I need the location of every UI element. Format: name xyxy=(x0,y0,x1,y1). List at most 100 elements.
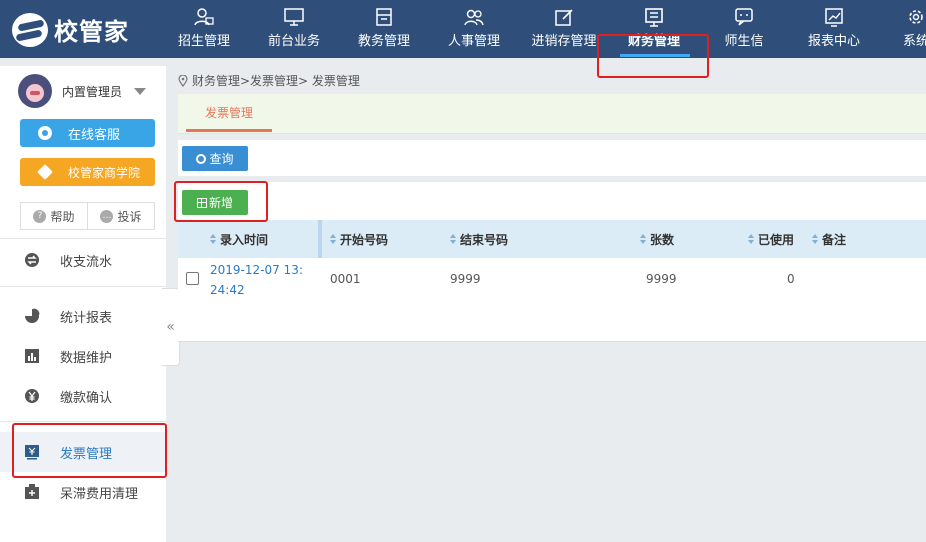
breadcrumb-text: 财务管理>发票管理> 发票管理 xyxy=(192,74,360,88)
row-checkbox[interactable] xyxy=(186,272,199,285)
gear-icon xyxy=(909,10,923,24)
complain-button[interactable]: … 投诉 xyxy=(87,203,154,229)
nav-item-messages[interactable]: 师生信 xyxy=(718,0,770,58)
column-header-label: 录入时间 xyxy=(220,232,269,247)
nav-label: 系统 xyxy=(902,34,926,49)
highlight-box-add xyxy=(174,181,268,222)
nav-item-inventory[interactable]: 进销存管理 xyxy=(528,0,600,58)
sidebar-item-label: 数据维护 xyxy=(60,350,113,366)
table-header: 录入时间 开始号码 结束号码 张数 已使用 备注 xyxy=(178,220,926,258)
search-icon xyxy=(196,153,207,164)
sidebar-divider xyxy=(0,238,166,239)
sidebar-item-statistics[interactable]: 统计报表 xyxy=(0,296,166,336)
cleanup-icon xyxy=(25,484,39,499)
monitor-icon xyxy=(284,8,304,26)
ellipsis-icon: … xyxy=(100,209,114,223)
table-row[interactable]: 2019-12-07 13:24:42 0001 9999 9999 0 xyxy=(178,258,926,300)
bar-chart-icon xyxy=(25,349,39,363)
question-icon: ? xyxy=(33,209,47,223)
chart-icon xyxy=(825,8,843,27)
nav-item-reports[interactable]: 报表中心 xyxy=(802,0,866,58)
nav-label: 进销存管理 xyxy=(531,34,597,49)
column-header-label: 已使用 xyxy=(758,232,795,247)
highlight-box-invoice xyxy=(12,423,167,478)
search-panel: 查询 xyxy=(178,140,926,176)
location-pin-icon xyxy=(178,74,188,87)
column-header-label: 开始号码 xyxy=(340,232,389,247)
sidebar-item-payment-confirm[interactable]: 缴款确认 xyxy=(0,376,166,416)
end-number-cell: 9999 xyxy=(450,272,481,286)
tab-bar: 发票管理 xyxy=(178,94,926,134)
column-header-used[interactable]: 已使用 xyxy=(748,220,794,258)
sort-icon xyxy=(748,234,754,244)
exchange-icon xyxy=(25,253,39,267)
invoice-table-panel: 新增 录入时间 开始号码 结束号码 张数 已使用 备注 2019-12-07 1… xyxy=(178,182,926,342)
column-header-label: 备注 xyxy=(822,232,847,247)
academy-label: 校管家商学院 xyxy=(68,165,141,180)
help-button[interactable]: ? 帮助 xyxy=(21,203,87,229)
nav-item-recruitment[interactable]: 招生管理 xyxy=(172,0,236,58)
graduation-cap-icon xyxy=(37,164,53,180)
online-service-button[interactable]: 在线客服 xyxy=(20,119,155,147)
user-card-icon xyxy=(194,8,214,26)
sidebar-item-label: 缴款确认 xyxy=(60,390,113,406)
nav-item-hr[interactable]: 人事管理 xyxy=(442,0,506,58)
pie-chart-icon xyxy=(25,308,40,323)
column-header-label: 张数 xyxy=(650,232,675,247)
nav-label: 师生信 xyxy=(724,34,764,49)
sort-icon xyxy=(210,234,216,244)
nav-label: 报表中心 xyxy=(807,34,860,49)
logo-text: 校管家 xyxy=(54,18,129,46)
user-menu[interactable]: 内置管理员 xyxy=(18,74,147,108)
sidebar-item-stale-fee-cleanup[interactable]: 呆滞费用清理 xyxy=(0,472,166,512)
query-button[interactable]: 查询 xyxy=(182,146,248,171)
logo-icon xyxy=(12,12,48,47)
academy-button[interactable]: 校管家商学院 xyxy=(20,158,155,186)
tab-invoice-management[interactable]: 发票管理 xyxy=(186,94,272,132)
sidebar-item-cashflow[interactable]: 收支流水 xyxy=(0,240,166,280)
nav-item-front-desk[interactable]: 前台业务 xyxy=(262,0,326,58)
start-number-cell: 0001 xyxy=(330,272,361,286)
sidebar-divider xyxy=(0,286,166,287)
chevron-down-icon xyxy=(134,87,147,95)
logo[interactable]: 校管家 xyxy=(12,12,129,47)
finance-icon xyxy=(645,8,663,27)
help-label: 帮助 xyxy=(50,209,75,224)
nav-label: 前台业务 xyxy=(267,34,320,49)
nav-item-system[interactable]: 系统 xyxy=(896,0,926,58)
used-cell: 0 xyxy=(787,272,795,286)
complain-label: 投诉 xyxy=(117,209,142,224)
column-header-end-number[interactable]: 结束号码 xyxy=(450,220,508,258)
edit-icon xyxy=(555,9,573,26)
sidebar-item-label: 统计报表 xyxy=(60,310,113,326)
sort-icon xyxy=(812,234,818,244)
top-nav-bar: 校管家 招生管理 前台业务 教务管理 人事管理 进销存管理 财务管理 师生信 报… xyxy=(0,0,926,58)
sort-icon xyxy=(450,234,456,244)
column-header-start-number[interactable]: 开始号码 xyxy=(330,220,388,258)
user-name: 内置管理员 xyxy=(62,84,123,99)
sidebar-item-label: 呆滞费用清理 xyxy=(60,486,139,502)
yen-icon xyxy=(25,389,39,403)
query-label: 查询 xyxy=(209,152,234,166)
column-divider[interactable] xyxy=(318,220,322,258)
online-service-label: 在线客服 xyxy=(68,127,121,143)
count-cell: 9999 xyxy=(646,272,677,286)
column-header-note[interactable]: 备注 xyxy=(812,220,846,258)
sidebar-item-data-maintenance[interactable]: 数据维护 xyxy=(0,336,166,376)
column-header-count[interactable]: 张数 xyxy=(640,220,674,258)
sort-icon xyxy=(640,234,646,244)
sidebar-item-label: 收支流水 xyxy=(60,254,113,270)
nav-label: 人事管理 xyxy=(447,34,500,49)
box-icon xyxy=(376,8,392,26)
avatar xyxy=(18,74,52,108)
sidebar-divider xyxy=(0,421,166,422)
column-header-label: 结束号码 xyxy=(460,232,509,247)
nav-item-academic[interactable]: 教务管理 xyxy=(352,0,416,58)
entry-time-link[interactable]: 2019-12-07 13:24:42 xyxy=(210,260,310,300)
highlight-box-finance xyxy=(597,34,709,78)
column-header-entry-time[interactable]: 录入时间 xyxy=(210,220,268,258)
service-icon xyxy=(38,126,52,140)
double-chevron-left-icon: « xyxy=(166,319,175,335)
people-icon xyxy=(464,9,484,26)
chat-icon xyxy=(735,8,753,26)
